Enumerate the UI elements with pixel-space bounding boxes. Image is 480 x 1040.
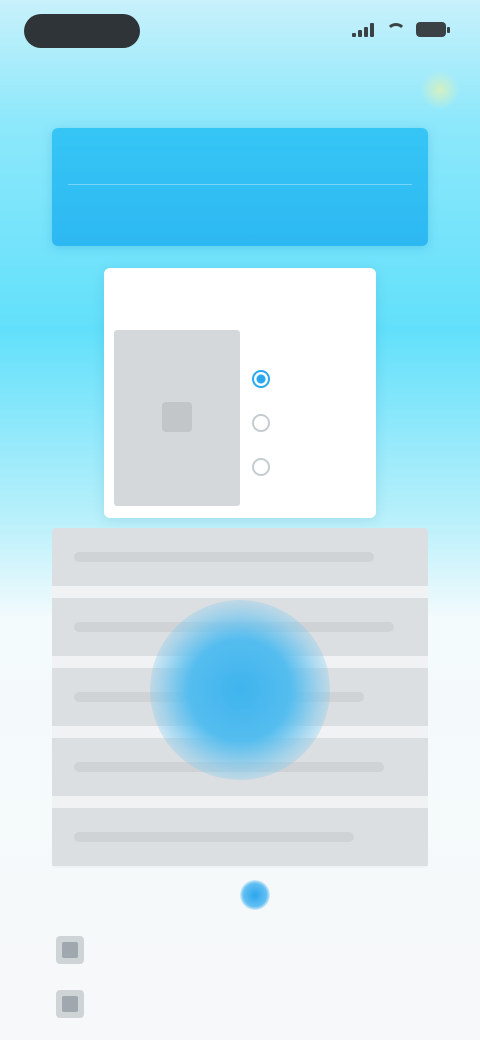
- radio-icon[interactable]: [252, 414, 270, 432]
- battery-icon: [416, 22, 450, 37]
- list-item[interactable]: [56, 936, 96, 964]
- image-icon: [162, 402, 192, 432]
- banner-divider: [68, 184, 412, 185]
- text-placeholder: [74, 552, 374, 562]
- signal-icon: [352, 22, 376, 37]
- promo-banner[interactable]: [52, 128, 428, 246]
- document-icon: [56, 990, 84, 1018]
- play-icon[interactable]: [150, 600, 330, 780]
- status-bar: [0, 0, 480, 64]
- text-placeholder: [74, 832, 354, 842]
- decoration-icon: [420, 70, 460, 110]
- product-card: [104, 268, 376, 518]
- status-time: [24, 14, 140, 48]
- option-2[interactable]: [252, 414, 284, 432]
- radio-selected-icon[interactable]: [252, 370, 270, 388]
- option-3[interactable]: [252, 458, 284, 476]
- wifi-icon: [386, 22, 406, 37]
- option-1[interactable]: [252, 370, 284, 388]
- status-icons: [352, 22, 450, 37]
- radio-icon[interactable]: [252, 458, 270, 476]
- document-icon: [56, 936, 84, 964]
- list-item[interactable]: [56, 990, 96, 1018]
- hero-image: [52, 528, 428, 868]
- product-thumbnail[interactable]: [114, 330, 240, 506]
- location-icon[interactable]: [240, 880, 270, 910]
- tag-row: [52, 880, 428, 910]
